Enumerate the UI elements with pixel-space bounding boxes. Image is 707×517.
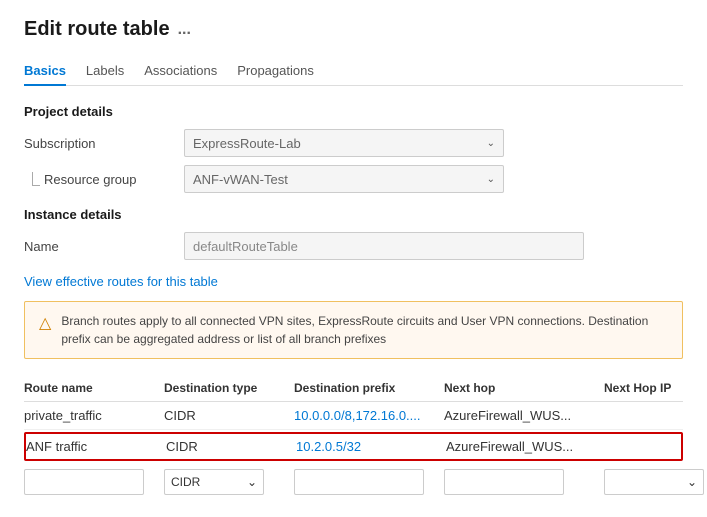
- subscription-value: ExpressRoute-Lab: [193, 136, 301, 151]
- cell-dest-type: CIDR: [164, 408, 294, 423]
- table-header-row: Route name Destination type Destination …: [24, 375, 683, 402]
- alert-text: Branch routes apply to all connected VPN…: [61, 312, 668, 348]
- resource-group-label: Resource group: [40, 172, 137, 187]
- cell-next-hop: AzureFirewall_WUS...: [444, 408, 604, 423]
- route-table: Route name Destination type Destination …: [24, 375, 683, 499]
- new-route-name-input[interactable]: [24, 469, 164, 495]
- new-nexthop-input[interactable]: [444, 469, 604, 495]
- nexthop-field[interactable]: [444, 469, 564, 495]
- name-field: defaultRouteTable: [184, 232, 584, 260]
- subscription-chevron-icon: ⌄: [487, 138, 495, 149]
- new-dest-type-dropdown[interactable]: CIDR ⌄: [164, 469, 294, 495]
- tab-basics[interactable]: Basics: [24, 57, 66, 86]
- name-value: defaultRouteTable: [193, 239, 298, 254]
- new-nexthop-ip-dropdown[interactable]: ⌄: [604, 469, 707, 495]
- table-row-highlighted: ANF traffic CIDR 10.2.0.5/32 AzureFirewa…: [24, 432, 683, 461]
- dest-type-chevron-icon: ⌄: [247, 475, 257, 489]
- nexthop-ip-chevron-icon: ⌄: [687, 475, 697, 489]
- cell-dest-prefix[interactable]: 10.0.0.0/8,172.16.0....: [294, 408, 444, 423]
- table-row: private_traffic CIDR 10.0.0.0/8,172.16.0…: [24, 402, 683, 430]
- alert-box: △ Branch routes apply to all connected V…: [24, 301, 683, 359]
- page-title: Edit route table: [24, 18, 170, 41]
- instance-details-title: Instance details: [24, 207, 683, 222]
- warning-icon: △: [39, 313, 51, 333]
- resource-group-dropdown[interactable]: ANF-vWAN-Test ⌄: [184, 165, 504, 193]
- subscription-label: Subscription: [24, 136, 184, 151]
- new-row-input: CIDR ⌄ ⌄: [24, 465, 683, 499]
- tab-labels[interactable]: Labels: [86, 57, 124, 86]
- view-effective-routes-link[interactable]: View effective routes for this table: [24, 274, 218, 289]
- cell-next-hop: AzureFirewall_WUS...: [446, 439, 606, 454]
- resource-group-value: ANF-vWAN-Test: [193, 172, 288, 187]
- col-route-name: Route name: [24, 381, 164, 395]
- tab-propagations[interactable]: Propagations: [237, 57, 314, 86]
- new-dest-prefix-input[interactable]: [294, 469, 444, 495]
- more-icon[interactable]: ...: [178, 21, 191, 39]
- tabs-bar: Basics Labels Associations Propagations: [24, 57, 683, 86]
- project-details-title: Project details: [24, 104, 683, 119]
- col-dest-prefix: Destination prefix: [294, 381, 444, 395]
- subscription-dropdown[interactable]: ExpressRoute-Lab ⌄: [184, 129, 504, 157]
- cell-route-name: ANF traffic: [26, 439, 166, 454]
- table-row: ANF traffic CIDR 10.2.0.5/32 AzureFirewa…: [26, 434, 681, 459]
- col-next-hop-ip: Next Hop IP: [604, 381, 707, 395]
- cell-dest-type: CIDR: [166, 439, 296, 454]
- resource-group-chevron-icon: ⌄: [487, 174, 495, 185]
- tab-associations[interactable]: Associations: [144, 57, 217, 86]
- col-next-hop: Next hop: [444, 381, 604, 395]
- col-dest-type: Destination type: [164, 381, 294, 395]
- dest-prefix-field[interactable]: [294, 469, 424, 495]
- cell-dest-prefix[interactable]: 10.2.0.5/32: [296, 439, 446, 454]
- cell-route-name: private_traffic: [24, 408, 164, 423]
- name-label: Name: [24, 239, 184, 254]
- route-name-field[interactable]: [24, 469, 144, 495]
- dest-type-value: CIDR: [171, 475, 200, 489]
